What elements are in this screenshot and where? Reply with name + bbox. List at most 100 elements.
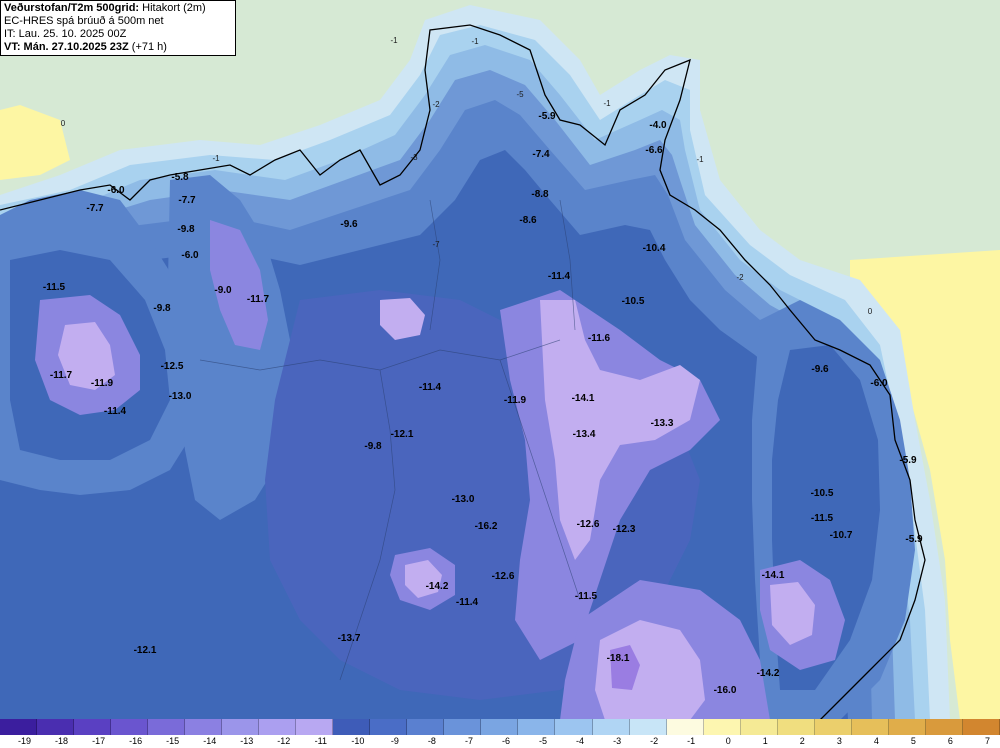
contour-label: -1 — [696, 155, 704, 164]
legend-swatch — [259, 719, 297, 735]
temp-label: -7.7 — [178, 195, 196, 206]
model-line: EC-HRES spá brúuð á 500m net — [4, 15, 164, 27]
legend-swatch — [592, 719, 630, 735]
legend-swatch — [629, 719, 667, 735]
temp-label: -10.5 — [811, 488, 834, 499]
legend-swatch — [777, 719, 815, 735]
contour-label: -2 — [432, 100, 440, 109]
temp-label: -14.1 — [762, 570, 785, 581]
legend-tick: -17 — [92, 736, 106, 746]
legend-swatch — [37, 719, 75, 735]
temp-label: -10.7 — [830, 530, 853, 541]
legend-tick: -6 — [501, 736, 511, 746]
valid-time: VT: Mán. 27.10.2025 23Z — [4, 41, 129, 53]
temp-label: -9.8 — [177, 224, 195, 235]
legend-swatch — [333, 719, 371, 735]
temp-label: -11.9 — [504, 395, 527, 406]
temp-label: -11.4 — [104, 406, 127, 417]
legend-swatch — [148, 719, 186, 735]
temp-label: -8.6 — [519, 215, 537, 226]
legend-tick: 1 — [762, 736, 768, 746]
contour-label: -2 — [736, 273, 744, 282]
contour-label: -1 — [212, 154, 220, 163]
legend-tick: -11 — [314, 736, 327, 746]
temp-label: -7.7 — [86, 203, 104, 214]
map-title-box: Veðurstofan/T2m 500grid: Hitakort (2m) E… — [0, 0, 236, 56]
legend-swatch — [222, 719, 260, 735]
legend-swatch — [962, 719, 1000, 735]
contour-label: -1 — [471, 37, 479, 46]
temp-label: -6.0 — [181, 250, 199, 261]
title-sub: Hitakort (2m) — [142, 2, 206, 14]
legend-swatch — [814, 719, 852, 735]
map-canvas: -6.0-7.7-5.8-7.7-9.8-6.0-9.0-11.7-11.5-9… — [0, 0, 1000, 720]
temp-label: -9.6 — [811, 364, 829, 375]
legend-tick: -18 — [55, 736, 69, 746]
legend-tick: -5 — [539, 736, 548, 746]
legend-swatch — [555, 719, 593, 735]
temp-label: -9.0 — [214, 285, 232, 296]
legend-tick: -3 — [613, 736, 622, 746]
legend-tick: 6 — [947, 736, 953, 746]
temp-label: -12.6 — [492, 571, 515, 582]
temp-label: -10.5 — [622, 296, 645, 307]
temp-label: -14.2 — [426, 581, 449, 592]
legend-tick: -12 — [277, 736, 291, 746]
contour-label: 0 — [868, 307, 873, 316]
temp-label: -5.8 — [171, 172, 189, 183]
temp-label: -13.3 — [651, 418, 674, 429]
temp-label: -11.5 — [575, 591, 598, 602]
legend-swatch — [111, 719, 149, 735]
legend-swatch — [444, 719, 482, 735]
temp-label: -12.5 — [161, 361, 184, 372]
legend-swatch — [851, 719, 889, 735]
title-main: Veðurstofan/T2m 500grid: — [4, 2, 140, 14]
legend-swatch — [703, 719, 741, 735]
temp-label: -11.7 — [50, 370, 73, 381]
legend-ticks: -19 -18 -17 -16 -15 -14 -13 -12 -11 -10 -9 -8 -7 -6 -5… — [0, 736, 1000, 748]
legend-swatch — [407, 719, 445, 735]
legend-tick: -14 — [203, 736, 217, 746]
temp-label: -5.9 — [538, 111, 556, 122]
temp-label: -11.4 — [419, 382, 442, 393]
temp-label: -14.1 — [572, 393, 595, 404]
legend-tick: -10 — [351, 736, 365, 746]
temp-label: -9.8 — [153, 303, 171, 314]
legend-swatch — [666, 719, 704, 735]
temp-label: -12.1 — [391, 429, 414, 440]
legend-tick: -15 — [166, 736, 180, 746]
temp-label: -9.8 — [364, 441, 382, 452]
legend-swatch — [888, 719, 926, 735]
temp-label: -11.5 — [811, 513, 834, 524]
temp-label: -12.6 — [577, 519, 600, 530]
init-line: IT: Lau. 25. 10. 2025 00Z — [4, 28, 127, 40]
legend-tick: 0 — [725, 736, 731, 746]
temp-label: -5.9 — [899, 455, 917, 466]
contour-label: -1 — [603, 99, 611, 108]
legend-swatch — [925, 719, 963, 735]
legend-swatch — [518, 719, 556, 735]
contour-label: -5 — [516, 90, 524, 99]
legend-swatch — [370, 719, 408, 735]
temp-label: -9.6 — [340, 219, 358, 230]
legend-swatch — [74, 719, 112, 735]
legend-bar — [0, 719, 1000, 735]
temp-label: -7.4 — [532, 149, 550, 160]
temp-label: -13.4 — [573, 429, 596, 440]
legend-swatch — [185, 719, 223, 735]
temp-label: -18.1 — [607, 653, 630, 664]
temp-label: -14.2 — [757, 668, 780, 679]
lead-time: (+71 h) — [131, 41, 167, 53]
legend-swatch — [740, 719, 778, 735]
temp-label: -11.4 — [548, 271, 571, 282]
temp-label: -8.8 — [531, 189, 549, 200]
temp-label: -11.6 — [588, 333, 611, 344]
legend-tick: -1 — [687, 736, 696, 746]
temp-label: -13.7 — [338, 633, 361, 644]
contour-label: -3 — [410, 153, 418, 162]
contour-label: 0 — [61, 119, 66, 128]
temp-label: -13.0 — [169, 391, 192, 402]
legend-swatch — [481, 719, 519, 735]
legend-tick: -2 — [650, 736, 659, 746]
legend-tick: -9 — [390, 736, 399, 746]
